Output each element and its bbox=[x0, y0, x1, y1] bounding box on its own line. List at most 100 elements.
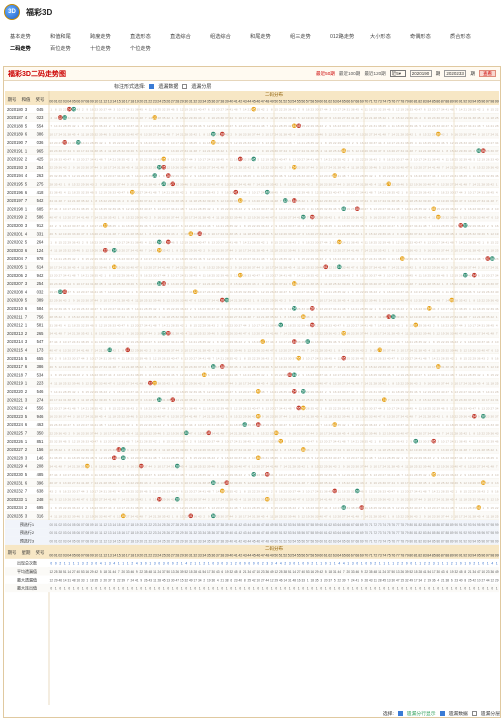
miss-cell: 21 bbox=[194, 473, 198, 477]
nav-item[interactable]: 和尾走势 bbox=[250, 33, 290, 40]
recent-50-link[interactable]: 最近50期 bbox=[316, 71, 335, 77]
nav-item[interactable]: 基本走势 bbox=[10, 33, 50, 40]
miss-cell: 34 bbox=[131, 249, 135, 253]
nav-item[interactable]: 直选综合 bbox=[170, 33, 210, 40]
miss-cell: 2 bbox=[55, 357, 57, 361]
nav-item[interactable]: 012路走势 bbox=[330, 33, 370, 40]
miss-cell: 40 bbox=[266, 348, 270, 352]
miss-cell: 29 bbox=[189, 249, 193, 253]
miss-cell: 12 bbox=[329, 398, 333, 402]
miss-cell: 25 bbox=[77, 456, 81, 460]
miss-cell: 13 bbox=[387, 149, 391, 153]
miss-cell: 11 bbox=[419, 141, 422, 145]
miss-cell: 29 bbox=[122, 141, 126, 145]
miss-cell: 7 bbox=[415, 282, 417, 286]
nav-item[interactable]: 组三走势 bbox=[290, 33, 330, 40]
miss-cell: 4 bbox=[145, 240, 147, 244]
miss-cell: 26 bbox=[122, 133, 126, 137]
miss-cell: 46 bbox=[131, 149, 135, 153]
miss-cell: 25 bbox=[131, 357, 135, 361]
miss-cell: 14 bbox=[230, 299, 234, 303]
miss-cell: 3 bbox=[167, 141, 169, 145]
miss-cell: 41 bbox=[297, 348, 301, 352]
miss-cell: 41 bbox=[257, 257, 261, 261]
miss-cell: 11 bbox=[243, 365, 246, 369]
nav-item[interactable]: 大小形态 bbox=[370, 33, 410, 40]
miss-cell: 44 bbox=[149, 465, 153, 469]
miss-cell: 44 bbox=[284, 149, 288, 153]
to-issue-input[interactable]: 2020233 bbox=[444, 70, 467, 77]
miss-cell: 1 bbox=[50, 108, 52, 112]
miss-cell: 16 bbox=[347, 332, 351, 336]
miss-cell: 5 bbox=[460, 216, 462, 220]
pair-header: 29 bbox=[180, 100, 184, 104]
nav-item[interactable]: 奇偶形态 bbox=[410, 33, 450, 40]
miss-cell: 35 bbox=[284, 124, 288, 128]
nav-item[interactable]: 跨度走势 bbox=[90, 33, 130, 40]
miss-cell: 47 bbox=[365, 340, 369, 344]
miss-cell: 12 bbox=[221, 332, 225, 336]
miss-cell: 31 bbox=[468, 116, 472, 120]
miss-cell: 10 bbox=[171, 406, 175, 410]
miss-cell: 24 bbox=[491, 265, 495, 269]
nav-item[interactable]: 二码走势 bbox=[10, 45, 50, 52]
pair-header: 04 bbox=[67, 100, 71, 104]
miss-cell: 47 bbox=[95, 307, 99, 311]
miss-cell: 39 bbox=[207, 465, 211, 469]
miss-cell: 32 bbox=[108, 473, 112, 477]
query-button[interactable]: 查看 bbox=[479, 70, 496, 77]
miss-cell: 9 bbox=[167, 157, 169, 161]
miss-cell: 34 bbox=[306, 157, 310, 161]
miss-cell: 45 bbox=[194, 141, 198, 145]
miss-cell: 17 bbox=[189, 216, 193, 220]
show-layer-checkbox[interactable] bbox=[182, 83, 188, 89]
miss-cell: 46 bbox=[401, 448, 405, 452]
nav-item[interactable]: 组选综合 bbox=[210, 33, 250, 40]
nav-item[interactable]: 十位走势 bbox=[90, 45, 130, 52]
miss-cell: 44 bbox=[81, 357, 85, 361]
recent-100-link[interactable]: 最近100期 bbox=[339, 71, 360, 77]
num-cell: 274 bbox=[37, 397, 45, 402]
nav-item[interactable]: 百位走势 bbox=[50, 45, 90, 52]
pair-ball-text: 24 bbox=[157, 166, 161, 170]
miss-cell: 34 bbox=[90, 157, 94, 161]
miss-cell: 47 bbox=[392, 357, 396, 361]
to-label: 期 bbox=[436, 71, 441, 77]
miss-cell: 48 bbox=[464, 182, 468, 186]
pair-ball-text: 53 bbox=[288, 373, 292, 377]
miss-cell: 24 bbox=[126, 373, 130, 377]
miss-cell: 35 bbox=[216, 149, 220, 153]
issue-cell: 2020193 bbox=[7, 165, 24, 170]
miss-cell: 12 bbox=[450, 406, 454, 410]
miss-cell: 45 bbox=[207, 348, 211, 352]
miss-cell: 27 bbox=[59, 406, 63, 410]
miss-cell: 23 bbox=[486, 149, 490, 153]
miss-cell: 24 bbox=[315, 224, 319, 228]
nav-item[interactable]: 直选形态 bbox=[130, 33, 170, 40]
miss-cell: 9 bbox=[437, 191, 439, 195]
miss-cell: 1 bbox=[239, 224, 241, 228]
miss-cell: 15 bbox=[437, 340, 441, 344]
nav-item[interactable]: 个位走势 bbox=[130, 45, 170, 52]
nav-item[interactable]: 质合形态 bbox=[450, 33, 490, 40]
miss-cell: 43 bbox=[333, 465, 337, 469]
miss-cell: 17 bbox=[95, 357, 99, 361]
miss-cell: 26 bbox=[378, 357, 382, 361]
miss-cell: 28 bbox=[266, 182, 270, 186]
miss-cell: 22 bbox=[293, 315, 297, 319]
period-select[interactable]: 近5 ▾ bbox=[389, 70, 406, 77]
miss-cell: 7 bbox=[401, 207, 403, 211]
miss-cell: 16 bbox=[171, 157, 175, 161]
miss-cell: 13 bbox=[279, 216, 283, 220]
miss-cell: 27 bbox=[329, 307, 333, 311]
miss-cell: 43 bbox=[333, 199, 337, 203]
nav-item[interactable]: 和值和尾 bbox=[50, 33, 90, 40]
miss-cell: 15 bbox=[383, 174, 387, 178]
miss-cell: 47 bbox=[230, 124, 234, 128]
miss-cell: 17 bbox=[162, 199, 166, 203]
miss-cell: 10 bbox=[104, 166, 108, 170]
show-data-checkbox[interactable] bbox=[149, 83, 155, 89]
from-issue-input[interactable]: 2020190 bbox=[409, 70, 432, 77]
miss-cell: 2 bbox=[68, 431, 70, 435]
recent-200-link[interactable]: 最近120期 bbox=[364, 71, 385, 77]
